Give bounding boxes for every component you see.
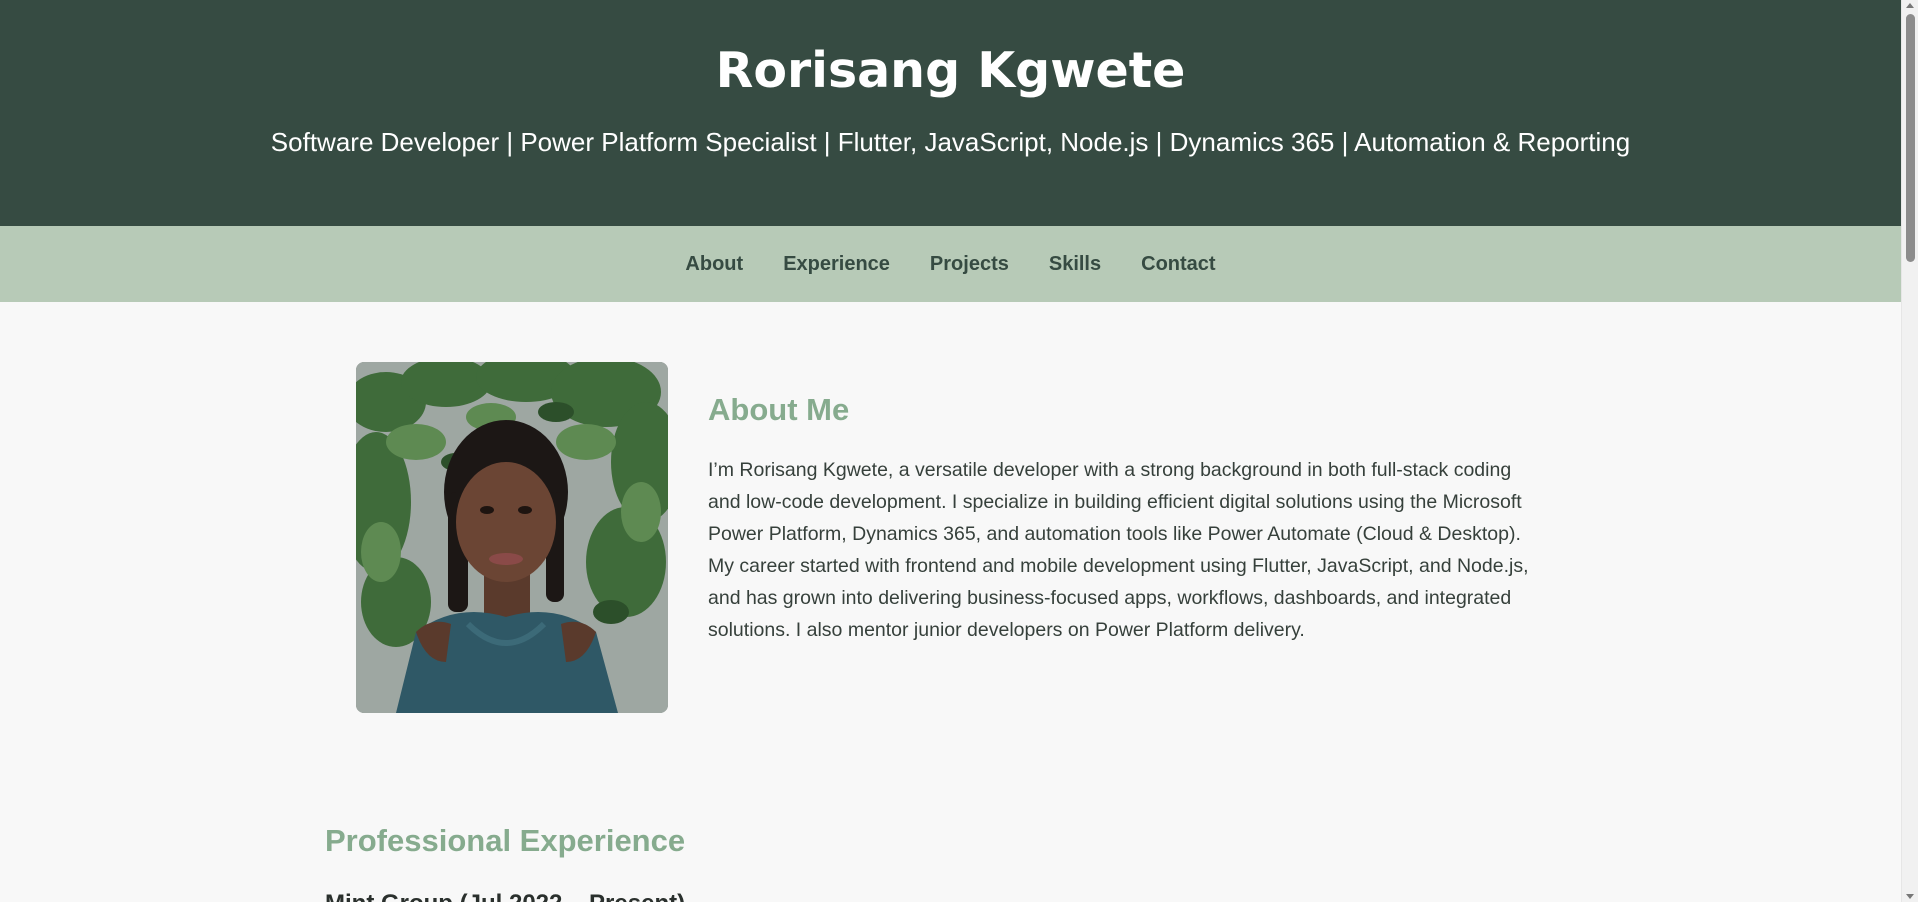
about-section: About Me I’m Rorisang Kgwete, a versatil…	[356, 362, 1536, 713]
nav-projects-link[interactable]: Projects	[910, 253, 1029, 276]
vertical-scrollbar[interactable]	[1901, 0, 1918, 902]
main-nav: About Experience Projects Skills Contact	[0, 226, 1901, 302]
about-paragraph: I’m Rorisang Kgwete, a versatile develop…	[708, 459, 1529, 641]
nav-experience-link[interactable]: Experience	[763, 253, 910, 276]
nav-skills-link[interactable]: Skills	[1029, 253, 1121, 276]
page: Rorisang Kgwete Software Developer | Pow…	[0, 0, 1901, 902]
scroll-down-arrow-icon[interactable]	[1906, 894, 1914, 899]
nav-contact-link[interactable]: Contact	[1121, 253, 1235, 276]
site-title: Rorisang Kgwete	[715, 42, 1186, 99]
experience-heading: Professional Experience	[325, 823, 686, 858]
site-tagline: Software Developer | Power Platform Spec…	[270, 127, 1631, 157]
scrollbar-thumb[interactable]	[1906, 14, 1915, 262]
profile-photo	[356, 362, 668, 713]
about-text-block: About Me I’m Rorisang Kgwete, a versatil…	[708, 392, 1538, 646]
site-header: Rorisang Kgwete Software Developer | Pow…	[0, 0, 1901, 226]
nav-about-link[interactable]: About	[665, 253, 763, 276]
scroll-up-arrow-icon[interactable]	[1906, 3, 1914, 8]
experience-item-title: Mint Group (Jul 2022 – Present)	[325, 890, 685, 902]
about-heading: About Me	[708, 392, 850, 427]
